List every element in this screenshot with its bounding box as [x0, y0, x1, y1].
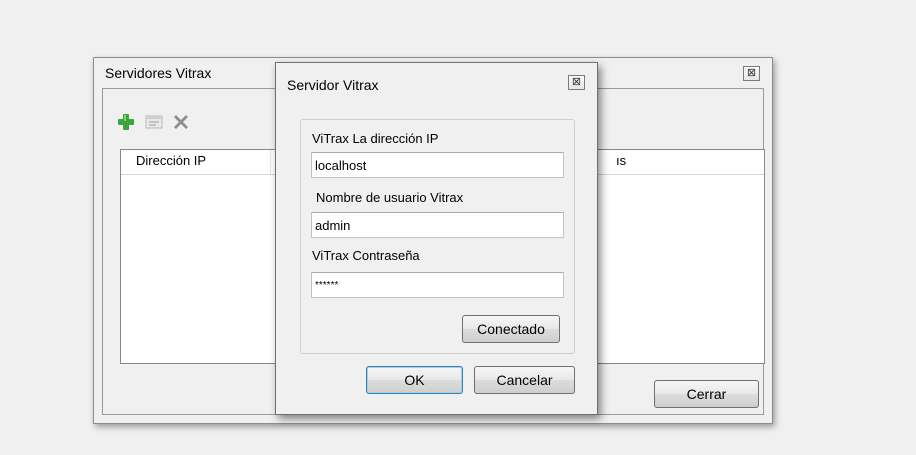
servers-window-close-button[interactable]: ⊠ — [743, 66, 760, 81]
server-dialog-title: Servidor Vitrax — [287, 77, 379, 93]
delete-icon[interactable] — [171, 112, 191, 132]
cancel-button[interactable]: Cancelar — [474, 366, 575, 394]
ok-button[interactable]: OK — [366, 366, 463, 394]
close-button[interactable]: Cerrar — [654, 380, 759, 408]
password-label: ViTrax Contraseña — [312, 248, 420, 263]
servers-window-title: Servidores Vitrax — [105, 65, 212, 81]
ip-input[interactable] — [311, 152, 564, 178]
ip-label: ViTrax La dirección IP — [312, 131, 439, 146]
server-dialog: Servidor Vitrax ⊠ ViTrax La dirección IP… — [275, 62, 598, 415]
edit-icon[interactable] — [144, 112, 164, 132]
connect-button[interactable]: Conectado — [462, 315, 560, 343]
column-header-ip[interactable]: Dirección IP — [121, 150, 271, 174]
password-input[interactable] — [311, 272, 564, 298]
plus-icon[interactable] — [116, 112, 136, 132]
server-dialog-close-button[interactable]: ⊠ — [568, 75, 585, 90]
user-label: Nombre de usuario Vitrax — [316, 190, 464, 205]
user-input[interactable] — [311, 212, 564, 238]
column-header-status[interactable]: ıs — [601, 150, 761, 174]
